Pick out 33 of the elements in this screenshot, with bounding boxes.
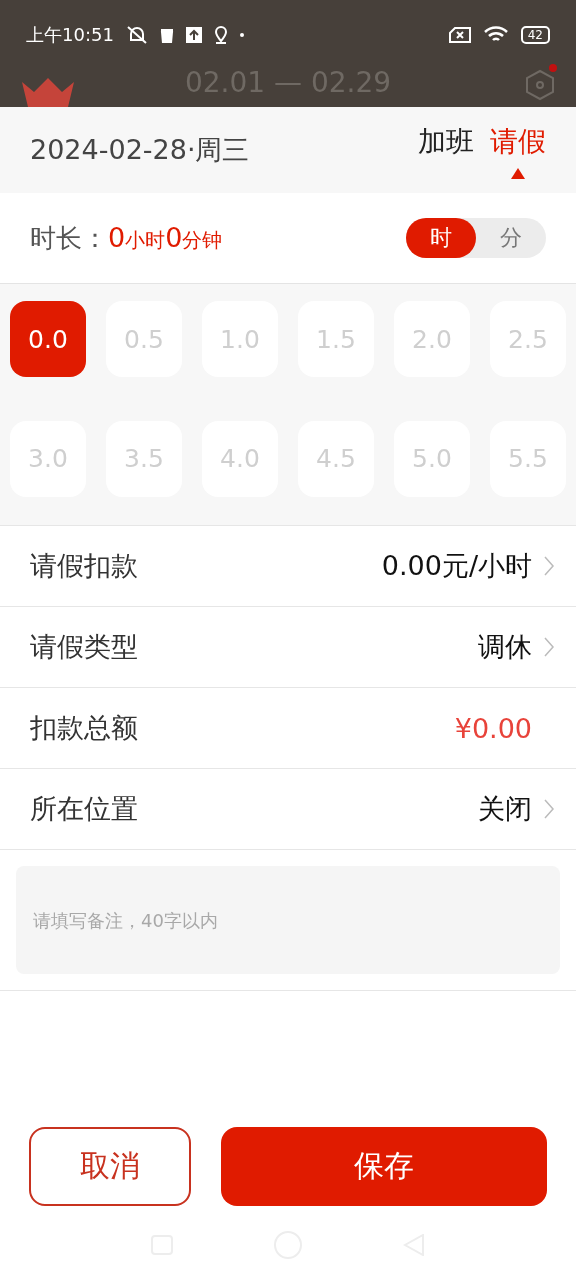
tab[interactable]: 请假 — [490, 123, 546, 183]
date-label: 2024-02-28·周三 — [30, 133, 250, 167]
battery-level: 42 — [520, 26, 550, 44]
row-value: 调休 — [478, 630, 532, 664]
note-field[interactable]: 请填写备注，40字以内 — [16, 866, 560, 974]
row-label: 请假类型 — [30, 630, 138, 664]
sim-icon — [448, 27, 471, 43]
save-button[interactable]: 保存 — [221, 1127, 547, 1206]
chevron-icon — [544, 556, 554, 576]
unit-option[interactable]: 时 — [406, 218, 476, 258]
setting-row[interactable]: 请假扣款 0.00元/小时 — [0, 525, 576, 606]
tab[interactable]: 加班 — [418, 123, 474, 183]
row-label: 扣款总额 — [30, 711, 138, 745]
location-icon — [213, 26, 228, 44]
hour-option[interactable]: 0.0 — [10, 301, 86, 377]
crown-icon — [20, 76, 76, 107]
upload-icon — [185, 27, 202, 43]
unit-option[interactable]: 分 — [476, 218, 546, 258]
mute-icon — [125, 25, 148, 45]
setting-row[interactable]: 请假类型 调休 — [0, 606, 576, 687]
dot-icon — [239, 33, 244, 37]
status-time: 上午10:51 — [26, 23, 114, 47]
row-value: 关闭 — [478, 792, 532, 826]
duration-value: 0小时0分钟 — [108, 222, 223, 254]
row-label: 所在位置 — [30, 792, 138, 826]
cancel-button[interactable]: 取消 — [29, 1127, 191, 1206]
row-label: 请假扣款 — [30, 549, 138, 583]
chevron-icon — [544, 799, 554, 819]
chevron-icon — [544, 637, 554, 657]
row-value: ¥0.00 — [454, 712, 532, 744]
duration-label: 时长： — [30, 221, 108, 255]
setting-row[interactable]: 所在位置 关闭 — [0, 768, 576, 849]
row-value: 0.00元/小时 — [381, 549, 532, 583]
